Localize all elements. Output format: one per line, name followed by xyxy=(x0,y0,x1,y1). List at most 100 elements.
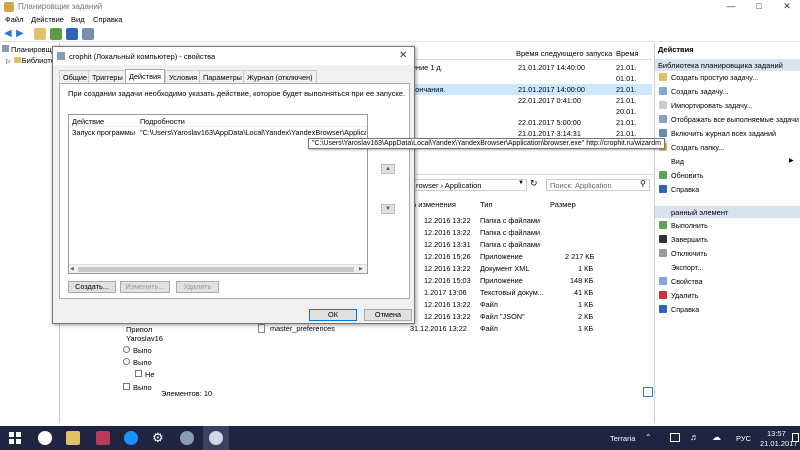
volume-icon[interactable]: ♬ xyxy=(690,432,699,442)
app-icon[interactable] xyxy=(180,431,194,445)
horizontal-scrollbar[interactable]: ◀ ▶ xyxy=(69,264,367,273)
table-row[interactable]: 20.01. xyxy=(410,106,652,117)
folder-up-icon[interactable] xyxy=(34,28,46,40)
running-tasks-icon xyxy=(659,115,667,123)
table-row[interactable]: 01.01. xyxy=(410,73,652,84)
details-view-icon[interactable] xyxy=(643,387,653,397)
checkbox-option-3[interactable] xyxy=(135,370,142,377)
dialog-titlebar[interactable]: crophit (Локальный компьютер) - свойства… xyxy=(53,47,414,65)
column-type[interactable]: Тип xyxy=(480,200,493,209)
forward-arrow-icon[interactable]: ▶ xyxy=(16,28,24,39)
search-input[interactable]: Поиск: Application xyxy=(546,179,650,191)
column-size[interactable]: Размер xyxy=(550,200,576,209)
tab-actions[interactable]: Действия xyxy=(125,69,165,83)
expand-arrow-icon[interactable]: ▷ xyxy=(6,59,11,65)
cancel-button[interactable]: Отмена xyxy=(364,309,412,321)
menu-action[interactable]: Действие xyxy=(31,15,64,24)
menu-help[interactable]: Справка xyxy=(93,15,122,24)
scroll-right-icon[interactable]: ▶ xyxy=(359,266,363,272)
clock-time[interactable]: 13:57 xyxy=(767,429,786,438)
action-create-task[interactable]: Создать задачу... xyxy=(659,87,728,99)
column-last-run[interactable]: Время xyxy=(616,49,639,58)
network-icon[interactable] xyxy=(670,433,680,442)
settings-gear-icon[interactable]: ⚙ xyxy=(152,430,164,446)
column-details[interactable]: Подробности xyxy=(140,117,185,126)
tree-item-library[interactable]: ▷ Библиотек xyxy=(6,56,58,67)
action-properties[interactable]: Свойства xyxy=(659,277,703,289)
tray-chevron-icon[interactable]: ⌃ xyxy=(645,433,652,442)
pinned-app-label[interactable]: Terraria xyxy=(610,434,635,443)
file-explorer-icon[interactable] xyxy=(66,431,80,445)
tab-history[interactable]: Журнал (отключен) xyxy=(243,70,317,83)
refresh-icon[interactable]: ↻ xyxy=(530,178,538,189)
action-view[interactable]: Вид ▶ xyxy=(659,157,794,169)
address-bar[interactable]: rowser › Application xyxy=(412,179,527,191)
action-import-task[interactable]: Импортировать задачу... xyxy=(659,101,753,113)
create-action-button[interactable]: Создать... xyxy=(68,281,116,293)
tab-general[interactable]: Общие xyxy=(59,70,91,83)
tab-settings[interactable]: Параметры xyxy=(199,70,246,83)
table-row[interactable]: 22.01.2017 0:41:00 21.01. xyxy=(410,95,652,106)
actions-section-selected[interactable]: ранный элемент xyxy=(655,206,800,218)
help-icon[interactable] xyxy=(66,28,78,40)
action-enable-history[interactable]: Включить журнал всех заданий xyxy=(659,129,776,141)
input-language[interactable]: РУС xyxy=(736,434,751,443)
winrar-icon[interactable] xyxy=(96,431,110,445)
tab-triggers[interactable]: Триггеры xyxy=(88,70,127,83)
ok-button[interactable]: ОК xyxy=(309,309,357,321)
action-run[interactable]: Выполнить xyxy=(659,221,708,233)
column-next-run[interactable]: Время следующего запуска xyxy=(516,49,612,58)
skype-icon[interactable] xyxy=(124,431,138,445)
action-new-folder[interactable]: Создать папку... xyxy=(659,143,724,155)
edit-action-button[interactable]: Изменить... xyxy=(120,281,170,293)
table-row[interactable]: 22.01.2017 5:00:00 21.01. xyxy=(410,117,652,128)
scrollbar-thumb[interactable] xyxy=(78,267,354,272)
table-row[interactable]: ение 1 д. 21.01.2017 14:40:00 21.01. xyxy=(410,62,652,73)
actions-section-library[interactable]: Библиотека планировщика заданий xyxy=(655,59,800,71)
radio-option-2[interactable] xyxy=(123,358,130,365)
table-row[interactable]: Запуск программы "C:\Users\Yaroslav163\A… xyxy=(69,127,367,138)
action-end[interactable]: Завершить xyxy=(659,235,708,247)
minimize-icon[interactable]: — xyxy=(718,0,744,14)
checkbox-option-4[interactable] xyxy=(123,383,130,390)
menu-file[interactable]: Файл xyxy=(5,15,23,24)
path-crumb[interactable]: rowser xyxy=(416,181,439,190)
show-pane-icon[interactable] xyxy=(50,28,62,40)
action-refresh[interactable]: Обновить xyxy=(659,171,704,183)
menu-bar: Файл Действие Вид Справка xyxy=(0,14,800,26)
table-row[interactable]: кончания. 21.01.2017 14:00:00 21.01. xyxy=(410,84,652,95)
action-create-basic-task[interactable]: Создать простую задачу... xyxy=(659,73,758,85)
menu-view[interactable]: Вид xyxy=(71,15,85,24)
scroll-left-icon[interactable]: ◀ xyxy=(70,266,74,272)
actions-header: Действия xyxy=(655,43,800,55)
start-windows-icon[interactable] xyxy=(9,432,21,444)
console-icon[interactable] xyxy=(82,28,94,40)
back-arrow-icon[interactable]: ◀ xyxy=(4,28,12,39)
maximize-icon[interactable]: □ xyxy=(746,0,772,14)
move-down-button[interactable]: ▼ xyxy=(381,204,395,214)
action-disable[interactable]: Отключить xyxy=(659,249,707,261)
tree-item-root[interactable]: Планировщ xyxy=(2,45,52,56)
action-export[interactable]: Экспорт... xyxy=(659,263,703,275)
list-item[interactable]: master_preferences 31.12.2016 13:22 Файл… xyxy=(256,323,651,335)
action-help-selected[interactable]: Справка xyxy=(659,305,699,317)
search-icon[interactable]: ⚲ xyxy=(640,179,646,188)
notifications-icon[interactable] xyxy=(792,433,799,442)
yandex-browser-icon[interactable] xyxy=(38,431,52,445)
action-delete[interactable]: Удалить xyxy=(659,291,698,303)
path-crumb[interactable]: Application xyxy=(445,181,482,190)
actions-description: При создании задачи необходимо указать д… xyxy=(68,89,405,98)
tab-conditions[interactable]: Условия xyxy=(165,70,202,83)
address-dropdown-icon[interactable]: ▼ xyxy=(518,180,524,186)
radio-option-1[interactable] xyxy=(123,346,130,353)
column-action[interactable]: Действие xyxy=(72,117,104,126)
action-display-running[interactable]: Отображать все выполняемые задачи xyxy=(659,115,799,127)
disable-icon xyxy=(659,249,667,257)
onedrive-icon[interactable]: ☁ xyxy=(712,432,721,443)
delete-action-button[interactable]: Удалить xyxy=(176,281,219,293)
action-help[interactable]: Справка xyxy=(659,185,699,197)
close-icon[interactable]: ✕ xyxy=(774,0,800,14)
move-up-button[interactable]: ▲ xyxy=(381,164,395,174)
close-icon[interactable]: ✕ xyxy=(399,50,407,61)
column-date-modified[interactable]: а изменения xyxy=(412,200,456,209)
